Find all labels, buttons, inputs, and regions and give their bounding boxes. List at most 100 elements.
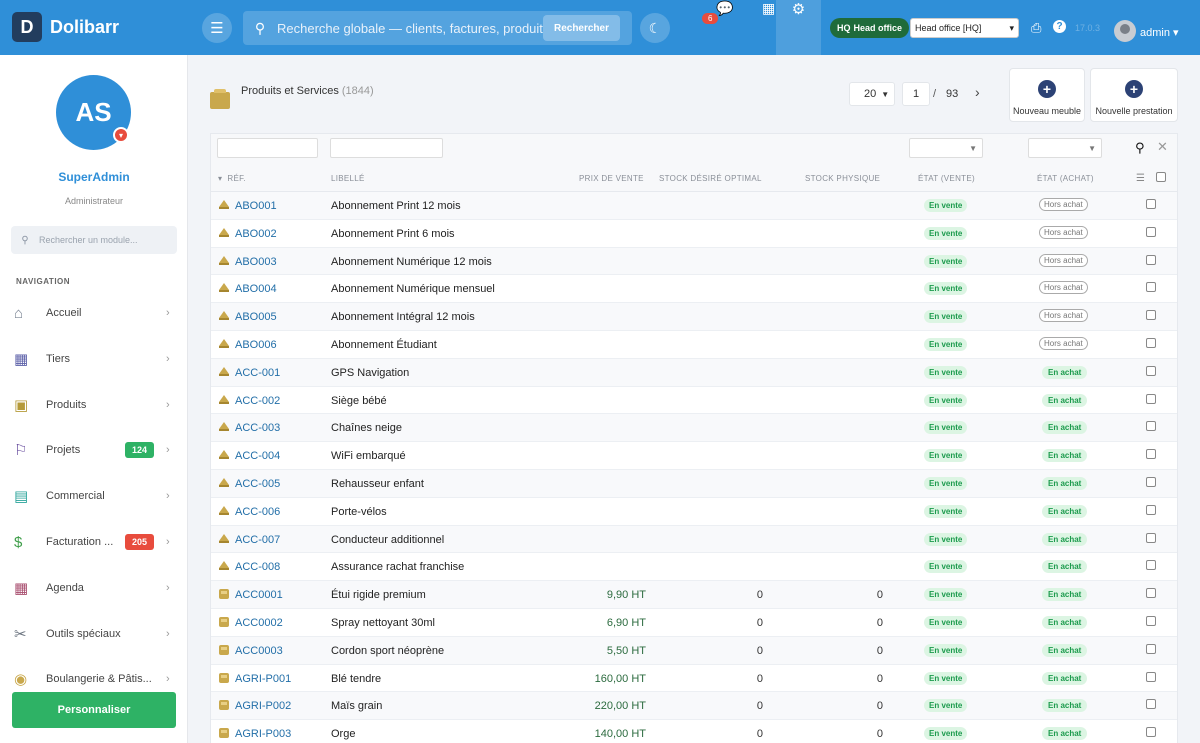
row-checkbox[interactable]	[1146, 310, 1156, 321]
sell-status-badge: En vente	[924, 504, 968, 518]
product-ref-link[interactable]: AGRI-P003	[235, 728, 291, 740]
sidebar-item-1[interactable]: ▦ Tiers ›	[0, 339, 188, 379]
row-checkbox[interactable]	[1146, 671, 1156, 682]
filter-ref-input[interactable]	[217, 138, 318, 158]
new-service-button[interactable]: + Nouvelle prestation	[1090, 68, 1178, 122]
chevron-down-icon: ▾	[1009, 22, 1014, 33]
page-number-input[interactable]: 1	[902, 82, 930, 106]
filter-sell-select[interactable]: ▼	[909, 138, 983, 158]
sell-status-badge: En vente	[924, 588, 968, 602]
sidebar-item-7[interactable]: ✂ Outils spéciaux ›	[0, 614, 188, 654]
product-ref-link[interactable]: ACC-008	[235, 561, 280, 573]
product-ref-link[interactable]: ACC0001	[235, 589, 283, 601]
sort-ref-header[interactable]: ▾ RÉF.	[218, 174, 246, 183]
row-checkbox[interactable]	[1146, 226, 1156, 237]
row-checkbox[interactable]	[1146, 699, 1156, 710]
product-ref-link[interactable]: AGRI-P001	[235, 673, 291, 685]
page-size-select[interactable]: 20 ▼	[849, 82, 895, 106]
row-checkbox[interactable]	[1146, 504, 1156, 515]
chevron-down-icon: ▼	[881, 89, 890, 99]
row-checkbox[interactable]	[1146, 282, 1156, 293]
stock-physical-header[interactable]: STOCK PHYSIQUE	[805, 174, 880, 183]
sidebar-item-4[interactable]: ▤ Commercial ›	[0, 476, 188, 516]
search-icon[interactable]: ⚲	[1135, 140, 1145, 156]
chat-icon[interactable]: 💬	[716, 0, 733, 17]
product-ref-link[interactable]: ABO005	[235, 311, 277, 323]
row-checkbox[interactable]	[1146, 254, 1156, 265]
row-checkbox[interactable]	[1146, 727, 1156, 738]
price-header[interactable]: PRIX DE VENTE	[579, 174, 644, 183]
filter-label-input[interactable]	[330, 138, 443, 158]
row-checkbox[interactable]	[1146, 560, 1156, 571]
sidebar-item-5[interactable]: $ Facturation ... 205 ›	[0, 522, 188, 562]
print-icon[interactable]: ⎙	[1031, 20, 1041, 36]
hamburger-icon[interactable]: ☰	[202, 13, 232, 43]
settings-tab[interactable]: ⚙	[776, 0, 821, 55]
sidebar-item-0[interactable]: ⌂ Accueil ›	[0, 293, 188, 333]
sidebar-item-2[interactable]: ▣ Produits ›	[0, 385, 188, 425]
personalize-button[interactable]: Personnaliser	[12, 692, 176, 728]
product-ref-link[interactable]: ABO003	[235, 256, 277, 268]
product-ref-link[interactable]: AGRI-P002	[235, 700, 291, 712]
sell-status-badge: En vente	[924, 671, 968, 685]
entity-select[interactable]: Head office [HQ] ▾	[910, 18, 1019, 38]
help-icon[interactable]: ?	[1053, 20, 1066, 33]
sidebar-item-label: Produits	[46, 398, 87, 411]
buy-status-badge: Hors achat	[1039, 281, 1088, 295]
close-icon[interactable]: ✕	[1157, 139, 1168, 155]
product-label: Abonnement Print 12 mois	[331, 200, 461, 212]
product-label: Abonnement Intégral 12 mois	[331, 311, 475, 324]
table-row: ACC0002 Spray nettoyant 30ml 6,90 HT 0 0 En v…	[211, 609, 1177, 637]
sidebar-item-6[interactable]: ▦ Agenda ›	[0, 568, 188, 608]
column-list-icon[interactable]: ☰	[1136, 173, 1145, 184]
calendar-icon[interactable]: ▦	[762, 0, 775, 17]
product-ref-link[interactable]: ABO001	[235, 200, 277, 212]
product-ref-link[interactable]: ABO004	[235, 283, 277, 295]
product-ref-link[interactable]: ACC-003	[235, 422, 280, 434]
product-ref-link[interactable]: ABO002	[235, 228, 277, 240]
product-ref-link[interactable]: ABO006	[235, 339, 277, 351]
product-ref-link[interactable]: ACC-006	[235, 506, 280, 518]
user-menu[interactable]: admin ▾	[1140, 26, 1179, 39]
product-price: 5,50 HT	[606, 644, 646, 657]
row-checkbox[interactable]	[1146, 199, 1156, 209]
user-avatar[interactable]	[1114, 20, 1136, 42]
sidebar-item-3[interactable]: ⚐ Projets 124 ›	[0, 430, 188, 470]
product-ref-link[interactable]: ACC-004	[235, 450, 280, 462]
product-ref-link[interactable]: ACC0003	[235, 645, 283, 657]
buy-status-header[interactable]: ÉTAT (ACHAT)	[1037, 174, 1094, 183]
row-checkbox[interactable]	[1146, 393, 1156, 404]
product-ref-link[interactable]: ACC-007	[235, 534, 280, 546]
row-checkbox[interactable]	[1146, 476, 1156, 487]
global-search-input[interactable]	[277, 20, 543, 36]
row-checkbox[interactable]	[1146, 449, 1156, 460]
chevron-down-icon[interactable]: ▾	[113, 127, 129, 143]
row-checkbox[interactable]	[1146, 337, 1156, 348]
app-logo[interactable]: D Dolibarr	[12, 12, 119, 42]
search-button[interactable]: Rechercher	[542, 15, 620, 41]
label-header[interactable]: LIBELLÉ	[331, 174, 365, 183]
plus-circle-icon: +	[1038, 80, 1056, 98]
next-page-icon[interactable]: ›	[975, 84, 980, 100]
row-checkbox[interactable]	[1146, 643, 1156, 654]
sell-status-header[interactable]: ÉTAT (VENTE)	[918, 174, 975, 183]
product-ref-link[interactable]: ACC0002	[235, 617, 283, 629]
stock-optimal-header[interactable]: STOCK DÉSIRÉ OPTIMAL	[659, 174, 762, 183]
product-ref-link[interactable]: ACC-005	[235, 478, 280, 490]
buy-status-badge: En achat	[1042, 560, 1088, 574]
filter-buy-select[interactable]: ▼	[1028, 138, 1102, 158]
row-checkbox[interactable]	[1146, 615, 1156, 626]
row-checkbox[interactable]	[1146, 365, 1156, 376]
new-furniture-button[interactable]: + Nouveau meuble	[1009, 68, 1085, 122]
sell-status-badge: En vente	[924, 727, 968, 741]
row-checkbox[interactable]	[1146, 532, 1156, 543]
product-ref-link[interactable]: ACC-001	[235, 367, 280, 379]
row-checkbox[interactable]	[1146, 421, 1156, 432]
select-all-checkbox[interactable]	[1156, 172, 1166, 182]
sidebar: AS ▾ SuperAdmin Administrateur ⚲ NAVIGAT…	[0, 55, 188, 743]
product-label: Abonnement Numérique 12 mois	[331, 255, 492, 268]
dark-mode-icon[interactable]: ☾	[640, 13, 670, 43]
module-search-input[interactable]	[39, 235, 169, 245]
product-ref-link[interactable]: ACC-002	[235, 395, 280, 407]
row-checkbox[interactable]	[1146, 588, 1156, 599]
